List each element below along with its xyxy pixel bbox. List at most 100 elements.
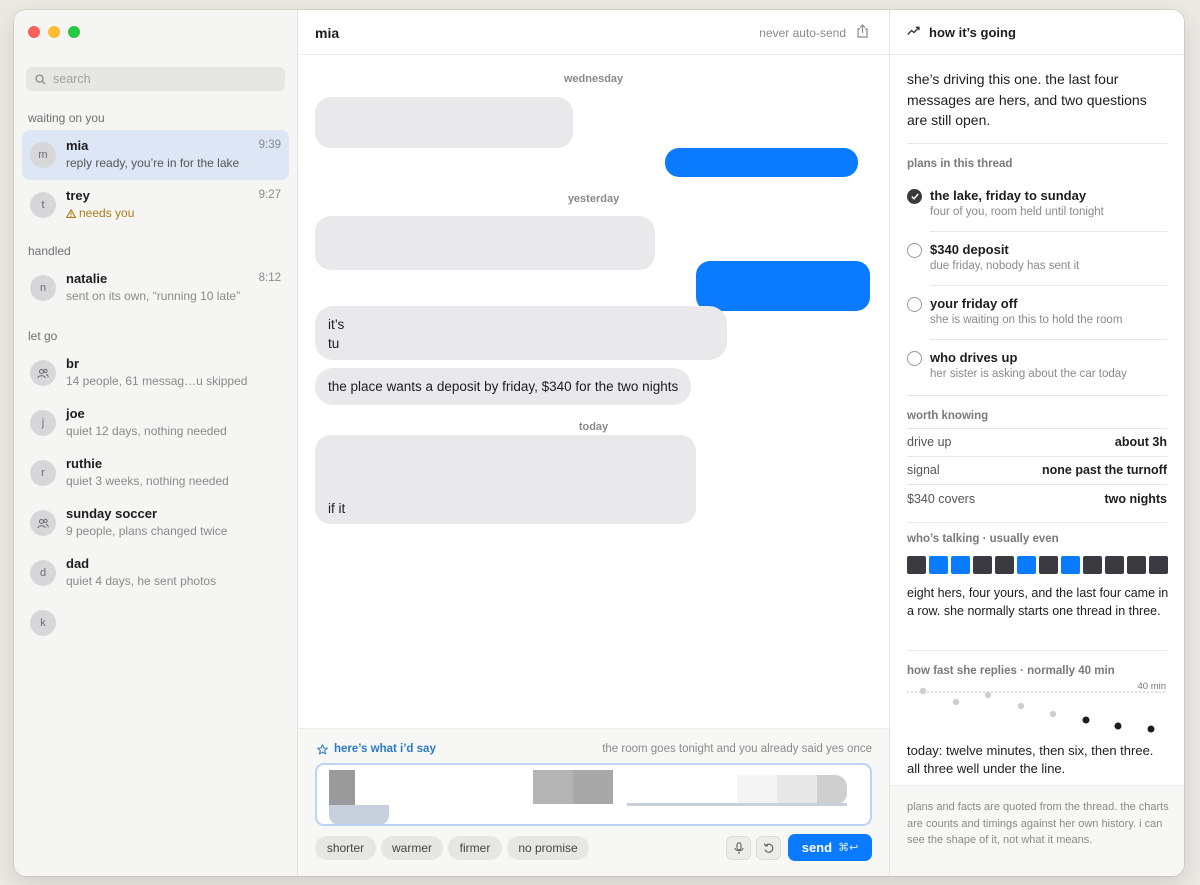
message-bubble-incoming: the place wants a deposit by friday, $34… (315, 368, 692, 405)
conversation-name: ruthie (66, 456, 103, 471)
conversation-group-br[interactable]: br 14 people, 61 messag…u skipped (22, 348, 289, 398)
talk-square-her (973, 556, 992, 574)
day-divider: wednesday (563, 73, 624, 85)
tone-chip-firmer[interactable]: firmer (448, 836, 502, 860)
reply-point-today (1147, 725, 1155, 733)
avatar (30, 360, 56, 386)
panel-title: how it’s going (929, 25, 1016, 40)
suggestion-note: the room goes tonight and you already sa… (602, 743, 872, 755)
divider (907, 428, 1167, 429)
contact-name: mia (315, 25, 340, 41)
section-handled: handled (28, 244, 71, 258)
divider (907, 456, 1167, 457)
thread-header: mia never auto-send (298, 10, 889, 55)
reply-point-past (952, 698, 960, 706)
close-window-button[interactable] (28, 26, 40, 38)
talk-square-you (951, 556, 970, 574)
section-let-go: let go (28, 329, 58, 343)
reply-point-today (1114, 722, 1122, 730)
reply-point-past (1049, 710, 1057, 718)
reply-speed-label: how fast she replies · normally 40 min (907, 665, 1115, 677)
talk-square-her (907, 556, 926, 574)
fact-value: two nights (1104, 492, 1168, 506)
trend-icon (907, 26, 920, 35)
zoom-window-button[interactable] (68, 26, 80, 38)
avatar: d (30, 560, 56, 586)
message-thread: mia never auto-send wednesday yesterday … (298, 10, 890, 876)
message-bubble-incoming: if it (315, 490, 696, 527)
checked-circle-icon (907, 189, 922, 204)
conversation-preview: reply ready, you’re in for the lake (66, 156, 240, 170)
search-box[interactable] (26, 67, 285, 91)
conversation-preview: 9 people, plans changed twice (66, 524, 228, 538)
conversation-natalie[interactable]: n natalie 8:12 sent on its own, “running… (22, 263, 289, 313)
message-bubble-incoming (315, 216, 655, 270)
conversation-time: 9:27 (258, 189, 281, 201)
minimize-window-button[interactable] (48, 26, 60, 38)
talk-square-her (1039, 556, 1058, 574)
empty-circle-icon (907, 297, 922, 312)
talking-label: who’s talking · usually even (907, 533, 1059, 545)
facts-label: worth knowing (907, 410, 989, 422)
app-window: waiting on you m mia 9:39 reply ready, y… (14, 10, 1184, 876)
search-icon (35, 73, 46, 85)
conversation-trey[interactable]: t trey 9:27 needs you (22, 180, 289, 230)
plan-title: your friday off (930, 296, 1018, 311)
redacted-draft (329, 805, 389, 824)
conversation-sunday-soccer[interactable]: sunday soccer 9 people, plans changed tw… (22, 498, 289, 548)
avatar: j (30, 410, 56, 436)
message-text: the place wants a deposit by friday, $34… (328, 379, 679, 394)
conversation-mia[interactable]: m mia 9:39 reply ready, you’re in for th… (22, 130, 289, 180)
day-divider: today (578, 421, 609, 433)
talk-square-her (1127, 556, 1146, 574)
redacted-draft (573, 770, 613, 804)
plan-title: $340 deposit (930, 242, 1009, 257)
auto-send-setting[interactable]: never auto-send (759, 26, 846, 40)
talk-square-her (995, 556, 1014, 574)
message-text: it’s (328, 317, 345, 332)
plan-detail: due friday, nobody has sent it (930, 260, 1080, 272)
conversation-preview: quiet 3 weeks, nothing needed (66, 474, 229, 488)
reply-point-past (919, 687, 927, 695)
tone-chip-no-promise[interactable]: no promise (507, 836, 589, 860)
day-divider: yesterday (567, 193, 620, 205)
conversation-joe[interactable]: j joe quiet 12 days, nothing needed (22, 398, 289, 448)
conversation-time: 9:39 (258, 139, 281, 151)
reply-speed-summary: today: twelve minutes, then six, then th… (907, 743, 1154, 776)
panel-footnote: plans and facts are quoted from the thre… (890, 785, 1184, 876)
redacted-draft (777, 775, 817, 805)
conversation-k[interactable]: k (22, 598, 289, 648)
divider (907, 484, 1167, 485)
dictate-button[interactable] (726, 836, 751, 860)
plan-title: who drives up (930, 350, 1018, 365)
empty-circle-icon (907, 351, 922, 366)
avatar: r (30, 460, 56, 486)
star-icon (317, 743, 328, 754)
regenerate-button[interactable] (756, 836, 781, 860)
divider (907, 395, 1167, 396)
redacted-draft (737, 775, 777, 805)
avatar: m (30, 142, 56, 168)
redacted-draft (817, 775, 847, 805)
section-waiting-on-you: waiting on you (28, 111, 105, 125)
talk-square-her (1149, 556, 1168, 574)
warning-icon (65, 208, 77, 218)
refresh-icon (763, 843, 773, 853)
tone-chip-warmer[interactable]: warmer (381, 836, 443, 860)
redacted-preview (66, 606, 236, 638)
tone-chip-shorter[interactable]: shorter (315, 836, 376, 860)
conversation-dad[interactable]: d dad quiet 4 days, he sent photos (22, 548, 289, 598)
draft-message-field[interactable] (315, 763, 872, 826)
plan-detail: her sister is asking about the car today (930, 368, 1127, 380)
conversation-name: sunday soccer (66, 506, 158, 521)
window-controls (28, 26, 80, 38)
conversation-name: joe (66, 406, 85, 421)
conversation-ruthie[interactable]: r ruthie quiet 3 weeks, nothing needed (22, 448, 289, 498)
search-input[interactable] (53, 72, 263, 86)
conversation-preview: quiet 4 days, he sent photos (66, 574, 217, 588)
talk-square-you (1061, 556, 1080, 574)
empty-circle-icon (907, 243, 922, 258)
share-icon[interactable] (856, 24, 869, 38)
redacted-draft (533, 770, 573, 804)
send-button[interactable]: send ⌘↩ (788, 834, 872, 861)
